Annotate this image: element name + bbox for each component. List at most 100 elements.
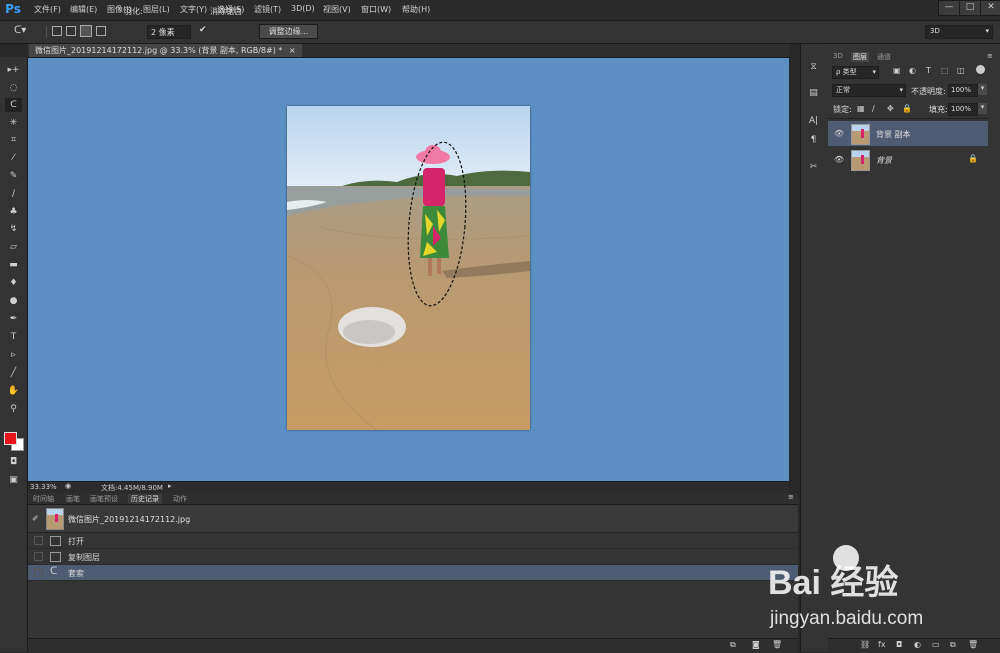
filter-type-icon[interactable]: T bbox=[926, 66, 931, 75]
lasso-preset-icon[interactable]: ᑕ▾ bbox=[14, 25, 30, 37]
status-info-icon[interactable]: ◉ bbox=[65, 482, 71, 490]
filter-smart-object-icon[interactable]: ◫ bbox=[957, 66, 965, 75]
history-item[interactable]: 复制图层 bbox=[28, 549, 798, 565]
quick-mask-icon[interactable]: ◘ bbox=[5, 455, 22, 469]
fill-input[interactable]: 100% bbox=[948, 103, 978, 116]
tab-history[interactable]: 历史记录 bbox=[128, 494, 162, 504]
menu-3d[interactable]: 3D(D) bbox=[291, 4, 315, 13]
healing-brush-icon[interactable]: ✎ bbox=[5, 169, 22, 183]
tab-3d[interactable]: 3D bbox=[833, 52, 843, 60]
close-window-button[interactable]: ✕ bbox=[980, 0, 1000, 16]
menu-help[interactable]: 帮助(H) bbox=[402, 4, 430, 15]
checkmark-icon[interactable]: ✔ bbox=[199, 25, 207, 35]
layer-row[interactable]: 👁 背景 🔒 bbox=[828, 147, 988, 172]
chevron-right-icon[interactable]: ▸ bbox=[168, 482, 172, 490]
menu-layer[interactable]: 图层(L) bbox=[143, 4, 170, 15]
maximize-button[interactable]: □ bbox=[959, 0, 981, 16]
tab-layers[interactable]: 图层 bbox=[851, 52, 869, 62]
paragraph-icon[interactable]: ¶ bbox=[805, 133, 822, 147]
refine-edge-button[interactable]: 调整边缘... bbox=[259, 24, 318, 39]
history-snapshot[interactable]: ✐ 微信图片_20191214172112.jpg bbox=[28, 505, 798, 533]
camera-icon[interactable]: ◙ bbox=[752, 640, 760, 649]
history-item[interactable]: 打开 bbox=[28, 533, 798, 549]
tab-actions[interactable]: 动作 bbox=[173, 494, 187, 504]
filter-pixel-icon[interactable]: ▣ bbox=[893, 66, 901, 75]
pen-tool-icon[interactable]: ✒ bbox=[5, 312, 22, 326]
tab-brush[interactable]: 画笔 bbox=[66, 494, 80, 504]
history-item-checkbox[interactable] bbox=[34, 552, 43, 561]
dodge-tool-icon[interactable]: ● bbox=[5, 294, 22, 308]
blend-mode-select[interactable]: 正常 ▾ bbox=[832, 84, 906, 97]
type-tool-icon[interactable]: T bbox=[5, 330, 22, 344]
add-selection-icon[interactable] bbox=[66, 26, 76, 36]
eye-icon[interactable]: 👁 bbox=[834, 155, 844, 164]
intersect-selection-icon[interactable] bbox=[96, 26, 106, 36]
eyedropper-icon[interactable]: ⁄ bbox=[5, 151, 22, 165]
clone-stamp-icon[interactable]: ♣ bbox=[5, 205, 22, 219]
trash-icon[interactable]: 🗑 bbox=[968, 640, 978, 649]
menu-edit[interactable]: 编辑(E) bbox=[70, 4, 97, 15]
lock-transparency-icon[interactable]: ▦ bbox=[857, 104, 865, 113]
gradient-tool-icon[interactable]: ▬ bbox=[5, 258, 22, 272]
workspace-select[interactable]: 3D ▾ bbox=[925, 25, 993, 39]
adjustment-layer-icon[interactable]: ◐ bbox=[914, 640, 921, 649]
tools-preset-icon[interactable]: ✂ bbox=[805, 160, 822, 174]
character-icon[interactable]: A| bbox=[805, 114, 822, 128]
panel-menu-icon[interactable]: ≡ bbox=[788, 493, 794, 501]
brush-tool-icon[interactable]: ∕ bbox=[5, 187, 22, 201]
marquee-tool-icon[interactable]: ◌ bbox=[5, 81, 22, 95]
filter-toggle-icon[interactable] bbox=[976, 65, 985, 74]
trash-icon[interactable]: 🗑 bbox=[772, 640, 782, 649]
minimize-button[interactable]: — bbox=[938, 0, 960, 16]
history-item-checkbox[interactable] bbox=[34, 568, 43, 577]
filter-adjustment-icon[interactable]: ◐ bbox=[909, 66, 916, 75]
lock-pixels-icon[interactable]: ∕ bbox=[872, 104, 875, 113]
fx-icon[interactable]: fx bbox=[878, 640, 886, 649]
history-item[interactable]: ᑕ 套索 bbox=[28, 565, 798, 581]
history-brush-icon[interactable]: ↯ bbox=[5, 222, 22, 236]
lasso-tool-icon[interactable]: ᑕ bbox=[5, 98, 22, 112]
eye-icon[interactable]: 👁 bbox=[834, 129, 844, 138]
crop-tool-icon[interactable]: ⌗ bbox=[5, 133, 22, 147]
zoom-tool-icon[interactable]: ⚲ bbox=[5, 402, 22, 416]
tab-channels[interactable]: 通道 bbox=[877, 52, 891, 62]
layers-panel-menu-icon[interactable]: ≡ bbox=[987, 52, 993, 60]
filter-shape-icon[interactable]: ⬚ bbox=[941, 66, 949, 75]
layer-name[interactable]: 背景 bbox=[876, 155, 892, 166]
layer-filter-select[interactable]: ρ 类型 ▾ bbox=[832, 66, 879, 79]
link-layers-icon[interactable]: ⛓ bbox=[860, 640, 870, 649]
foreground-color-swatch[interactable] bbox=[4, 432, 17, 445]
layer-mask-icon[interactable]: ◘ bbox=[896, 640, 902, 649]
feather-input[interactable]: 2 像素 bbox=[147, 25, 191, 39]
subtract-selection-icon[interactable] bbox=[80, 25, 92, 37]
layer-row[interactable]: 👁 背景 副本 bbox=[828, 121, 988, 146]
new-document-from-state-icon[interactable]: ⧉ bbox=[730, 640, 736, 650]
line-tool-icon[interactable]: ╱ bbox=[5, 366, 22, 380]
zoom-level[interactable]: 33.33% bbox=[30, 483, 57, 491]
menu-window[interactable]: 窗口(W) bbox=[361, 4, 391, 15]
history-brush-source-icon[interactable]: ✐ bbox=[32, 514, 39, 523]
blur-tool-icon[interactable]: ♦ bbox=[5, 276, 22, 290]
opacity-input[interactable]: 100% bbox=[948, 84, 978, 97]
group-folder-icon[interactable]: ▭ bbox=[932, 640, 940, 649]
tab-timeline[interactable]: 时间轴 bbox=[33, 494, 54, 504]
move-tool-icon[interactable]: ▸+ bbox=[5, 63, 22, 77]
lock-all-icon[interactable]: 🔒 bbox=[902, 104, 912, 113]
menu-type[interactable]: 文字(Y) bbox=[180, 4, 207, 15]
history-panel-icon[interactable]: ⧖ bbox=[805, 60, 822, 74]
new-selection-icon[interactable] bbox=[52, 26, 62, 36]
chevron-down-icon[interactable]: ▾ bbox=[978, 84, 987, 95]
layer-name[interactable]: 背景 副本 bbox=[876, 129, 911, 140]
menu-view[interactable]: 视图(V) bbox=[323, 4, 351, 15]
tab-brush-presets[interactable]: 画笔预设 bbox=[90, 494, 118, 504]
chevron-down-icon[interactable]: ▾ bbox=[978, 103, 987, 114]
eraser-icon[interactable]: ▱ bbox=[5, 240, 22, 254]
hand-tool-icon[interactable]: ✋ bbox=[5, 384, 22, 398]
screen-mode-icon[interactable]: ▣ bbox=[5, 473, 22, 487]
path-selection-icon[interactable]: ▹ bbox=[5, 348, 22, 362]
magic-wand-icon[interactable]: ✳ bbox=[5, 116, 22, 130]
beach-photo[interactable] bbox=[287, 106, 530, 430]
history-item-checkbox[interactable] bbox=[34, 536, 43, 545]
menu-file[interactable]: 文件(F) bbox=[34, 4, 61, 15]
properties-icon[interactable]: ▤ bbox=[805, 86, 822, 100]
